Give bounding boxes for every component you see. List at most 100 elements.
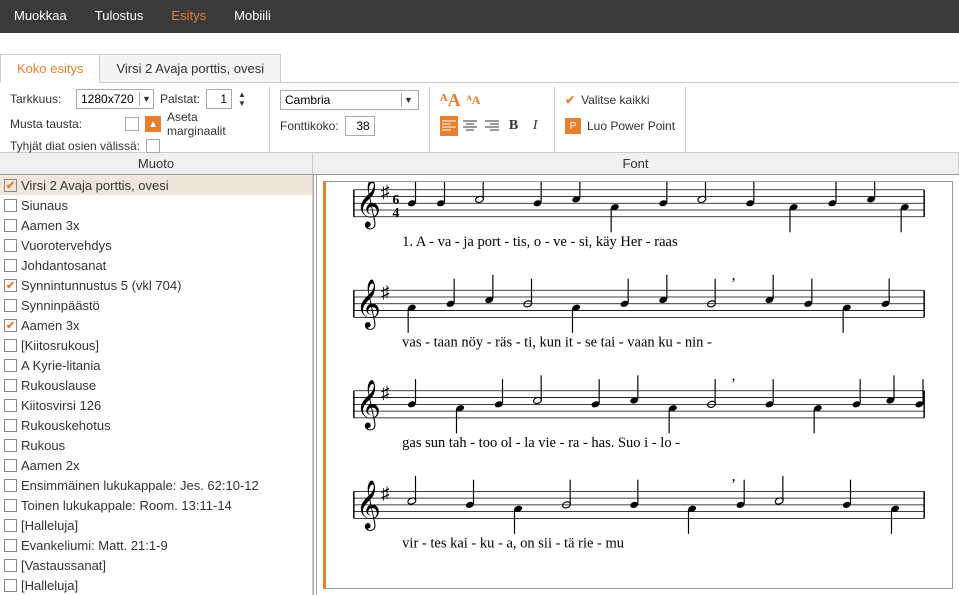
- list-checkbox[interactable]: [4, 559, 17, 572]
- list-item[interactable]: ✔Virsi 2 Avaja porttis, ovesi: [0, 175, 312, 195]
- list-item[interactable]: Siunaus: [0, 195, 312, 215]
- chevron-down-icon[interactable]: ▼: [401, 93, 415, 107]
- tab-muokkaa[interactable]: Muokkaa: [0, 0, 81, 33]
- list-checkbox[interactable]: [4, 199, 17, 212]
- list-item-label: Kiitosvirsi 126: [21, 398, 101, 413]
- list-item[interactable]: Aamen 2x: [0, 455, 312, 475]
- list-item[interactable]: [Halleluja]: [0, 575, 312, 595]
- list-checkbox[interactable]: ✔: [4, 319, 17, 332]
- tab-mobiili[interactable]: Mobiili: [220, 0, 285, 33]
- list-checkbox[interactable]: ✔: [4, 279, 17, 292]
- list-item-label: [Halleluja]: [21, 578, 78, 593]
- align-left-button[interactable]: [440, 116, 458, 136]
- list-item[interactable]: ✔Synnintunnustus 5 (vkl 704): [0, 275, 312, 295]
- subtab-koko-esitys[interactable]: Koko esitys: [0, 54, 100, 83]
- header-muoto: Muoto: [0, 153, 313, 174]
- tab-esitys[interactable]: Esitys: [157, 0, 220, 33]
- bold-button[interactable]: B: [505, 116, 523, 136]
- list-checkbox[interactable]: [4, 459, 17, 472]
- list-checkbox[interactable]: [4, 579, 17, 592]
- list-item[interactable]: Vuorotervehdys: [0, 235, 312, 255]
- list-item[interactable]: Ensimmäinen lukukappale: Jes. 62:10-12: [0, 475, 312, 495]
- palstat-input[interactable]: [206, 89, 232, 109]
- tarkkuus-select[interactable]: ▼: [76, 89, 154, 109]
- list-item[interactable]: A Kyrie-litania: [0, 355, 312, 375]
- list-checkbox[interactable]: [4, 419, 17, 432]
- list-item[interactable]: Rukous: [0, 435, 312, 455]
- subtab-virsi[interactable]: Virsi 2 Avaja porttis, ovesi: [99, 54, 281, 82]
- list-item-label: Aamen 3x: [21, 218, 80, 233]
- list-item[interactable]: [Halleluja]: [0, 515, 312, 535]
- list-item-label: Toinen lukukappale: Room. 13:11-14: [21, 498, 232, 513]
- svg-text:4: 4: [393, 205, 400, 220]
- luo-powerpoint-label: Luo Power Point: [587, 119, 675, 133]
- list-checkbox[interactable]: [4, 439, 17, 452]
- list-checkbox[interactable]: [4, 499, 17, 512]
- list-item[interactable]: Rukouskehotus: [0, 415, 312, 435]
- list-checkbox[interactable]: ✔: [4, 179, 17, 192]
- luo-powerpoint-button[interactable]: P Luo Power Point: [565, 115, 675, 137]
- checkmark-icon: ✔: [565, 93, 575, 107]
- column-headers: Muoto Font: [0, 153, 959, 175]
- list-item-label: Vuorotervehdys: [21, 238, 112, 253]
- tyhjat-diat-checkbox[interactable]: [146, 139, 160, 153]
- svg-text:’: ’: [731, 376, 736, 393]
- svg-text:’: ’: [731, 476, 736, 493]
- list-item[interactable]: Evankeliumi: Matt. 21:1-9: [0, 535, 312, 555]
- list-checkbox[interactable]: [4, 479, 17, 492]
- list-checkbox[interactable]: [4, 539, 17, 552]
- align-right-button[interactable]: [483, 116, 501, 136]
- aseta-marginaalit-button[interactable]: Aseta marginaalit: [167, 110, 259, 138]
- list-item[interactable]: ✔Aamen 3x: [0, 315, 312, 335]
- list-item[interactable]: Toinen lukukappale: Room. 13:11-14: [0, 495, 312, 515]
- list-item-label: [Kiitosrukous]: [21, 338, 99, 353]
- list-item-label: Rukouskehotus: [21, 418, 111, 433]
- svg-text:vas - taan nöy - räs - ti,: vas - taan nöy - räs - ti, kun it - se t…: [402, 334, 712, 350]
- music-notation: 𝄞 ♯ 64’1. A - va - ja port - tis, o - ve…: [326, 182, 952, 588]
- list-item[interactable]: Rukouslause: [0, 375, 312, 395]
- list-item[interactable]: Synninpäästö: [0, 295, 312, 315]
- list-item-label: Johdantosanat: [21, 258, 106, 273]
- tarkkuus-label: Tarkkuus:: [10, 92, 70, 106]
- svg-text:vir - tes kai - ku: vir - tes kai - ku - a, on sii - tä rie …: [402, 535, 624, 551]
- list-checkbox[interactable]: [4, 259, 17, 272]
- list-item-label: Aamen 2x: [21, 458, 80, 473]
- tab-tulostus[interactable]: Tulostus: [81, 0, 158, 33]
- image-icon: ▲: [145, 116, 161, 132]
- palstat-label: Palstat:: [160, 92, 200, 106]
- list-item[interactable]: Aamen 3x: [0, 215, 312, 235]
- list-item-label: [Halleluja]: [21, 518, 78, 533]
- item-list[interactable]: ✔Virsi 2 Avaja porttis, ovesiSiunaus Aame…: [0, 175, 313, 595]
- score-preview: 𝄞 ♯ 64’1. A - va - ja port - tis, o - ve…: [313, 175, 959, 595]
- svg-text:gas sun tah - too ol -: gas sun tah - too ol - la vie - ra - has…: [402, 435, 680, 451]
- chevron-down-icon[interactable]: ▼: [139, 92, 153, 106]
- list-checkbox[interactable]: [4, 239, 17, 252]
- list-item[interactable]: Kiitosvirsi 126: [0, 395, 312, 415]
- increase-font-icon[interactable]: ᴬA: [440, 90, 461, 111]
- musta-tausta-checkbox[interactable]: [125, 117, 139, 131]
- top-tab-bar: Muokkaa Tulostus Esitys Mobiili: [0, 0, 959, 33]
- svg-text:’: ’: [731, 182, 736, 192]
- italic-button[interactable]: I: [526, 116, 544, 136]
- list-checkbox[interactable]: [4, 519, 17, 532]
- list-item[interactable]: [Kiitosrukous]: [0, 335, 312, 355]
- list-item-label: Rukouslause: [21, 378, 96, 393]
- palstat-stepper[interactable]: ▲▼: [238, 90, 246, 108]
- align-center-button[interactable]: [462, 116, 480, 136]
- list-item[interactable]: Johdantosanat: [0, 255, 312, 275]
- list-item[interactable]: [Vastaussanat]: [0, 555, 312, 575]
- font-family-select[interactable]: ▼: [280, 90, 419, 110]
- list-checkbox[interactable]: [4, 359, 17, 372]
- list-checkbox[interactable]: [4, 379, 17, 392]
- list-checkbox[interactable]: [4, 399, 17, 412]
- tyhjat-diat-label: Tyhjät diat osien välissä:: [10, 139, 140, 153]
- fonttikoko-input[interactable]: [345, 116, 375, 136]
- list-item-label: [Vastaussanat]: [21, 558, 106, 573]
- valitse-kaikki-button[interactable]: ✔ Valitse kaikki: [565, 89, 675, 111]
- list-checkbox[interactable]: [4, 299, 17, 312]
- list-checkbox[interactable]: [4, 339, 17, 352]
- list-item-label: Synninpäästö: [21, 298, 100, 313]
- decrease-font-icon[interactable]: ᴬA: [467, 93, 481, 108]
- list-checkbox[interactable]: [4, 219, 17, 232]
- header-font: Font: [313, 153, 959, 174]
